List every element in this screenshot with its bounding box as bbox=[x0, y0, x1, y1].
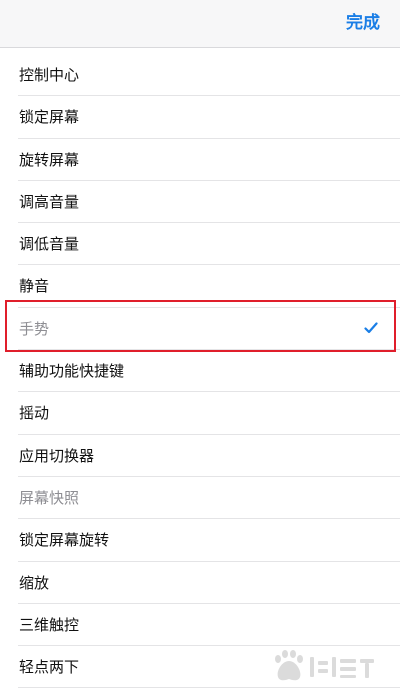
list-item-rotate-screen[interactable]: 旋转屏幕 bbox=[18, 139, 400, 181]
checkmark-icon bbox=[364, 322, 378, 333]
list-item-3d-touch[interactable]: 三维触控 bbox=[18, 604, 400, 647]
list-item-label: 控制中心 bbox=[19, 66, 80, 84]
list-item-label: 屏幕快照 bbox=[19, 488, 80, 507]
list-item-label: 调高音量 bbox=[19, 192, 80, 211]
list-item-double-tap[interactable]: 轻点两下 bbox=[18, 646, 400, 689]
list-item-label: 静音 bbox=[19, 277, 50, 296]
list-item-label: 三维触控 bbox=[19, 615, 80, 634]
list-item-gestures[interactable]: 手势 bbox=[18, 308, 400, 351]
list-item-label: 摇动 bbox=[19, 404, 50, 423]
list-item-mute[interactable]: 静音 bbox=[18, 265, 400, 308]
list-item-screenshot[interactable]: 屏幕快照 bbox=[18, 477, 400, 520]
done-button[interactable]: 完成 bbox=[346, 12, 380, 34]
list-item-label: 锁定屏幕旋转 bbox=[19, 531, 110, 550]
list-item-label: 旋转屏幕 bbox=[19, 150, 80, 169]
action-list: 控制中心 锁定屏幕 旋转屏幕 调高音量 调低音量 静音 手势 辅助功能快捷键 摇… bbox=[0, 54, 400, 689]
list-item-label: 调低音量 bbox=[19, 235, 80, 254]
list-item-shake[interactable]: 摇动 bbox=[18, 392, 400, 435]
list-item-label: 辅助功能快捷键 bbox=[19, 362, 125, 381]
list-item-label: 缩放 bbox=[19, 573, 50, 592]
list-item-label: 锁定屏幕 bbox=[19, 108, 80, 127]
list-item-accessibility-shortcut[interactable]: 辅助功能快捷键 bbox=[18, 350, 400, 393]
list-item-lock-rotation[interactable]: 锁定屏幕旋转 bbox=[18, 519, 400, 562]
navigation-bar: 完成 bbox=[0, 0, 400, 48]
list-item-control-center[interactable]: 控制中心 bbox=[18, 54, 400, 97]
list-item-label: 轻点两下 bbox=[19, 658, 80, 677]
list-item-volume-down[interactable]: 调低音量 bbox=[18, 223, 400, 266]
list-item-label: 应用切换器 bbox=[19, 446, 95, 465]
list-item-app-switcher[interactable]: 应用切换器 bbox=[18, 435, 400, 477]
list-item-zoom[interactable]: 缩放 bbox=[18, 562, 400, 604]
list-item-volume-up[interactable]: 调高音量 bbox=[18, 181, 400, 224]
list-item-label: 手势 bbox=[19, 319, 50, 338]
list-item-lock-screen[interactable]: 锁定屏幕 bbox=[18, 96, 400, 139]
